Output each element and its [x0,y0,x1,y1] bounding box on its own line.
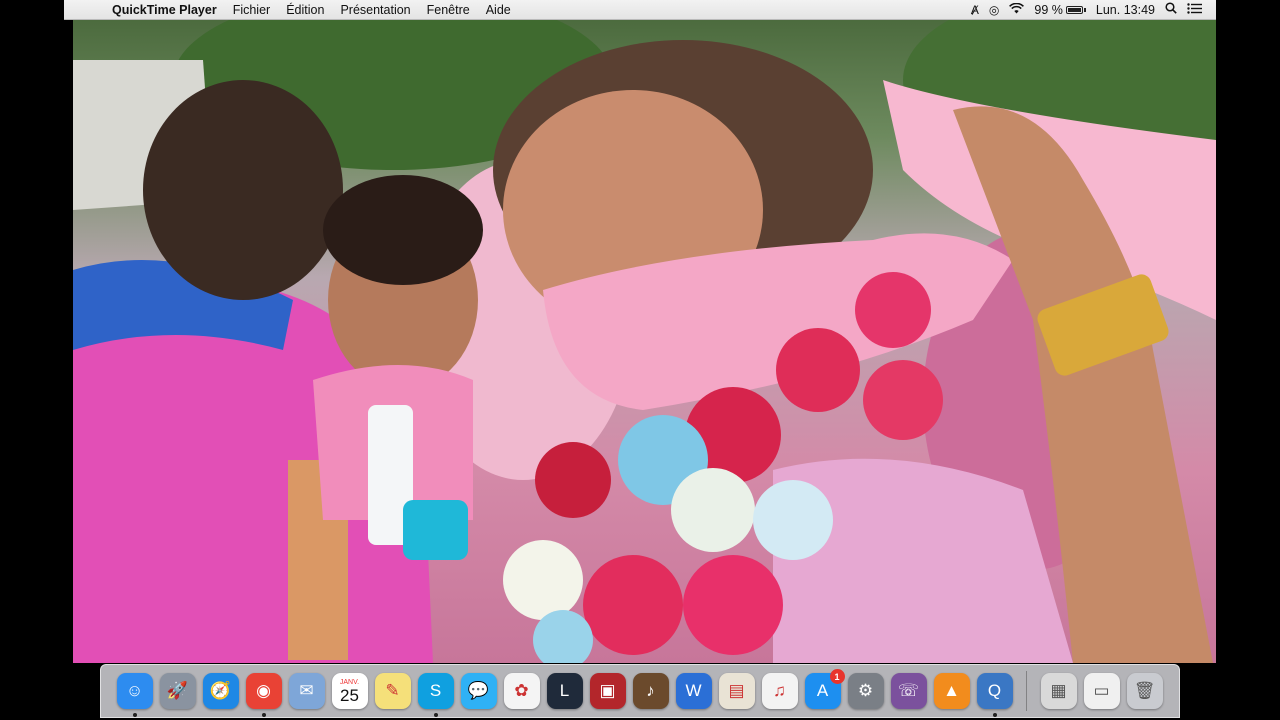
dock-messages-icon[interactable]: 💬 [460,673,497,709]
dock-chrome-icon[interactable]: ◉ [245,673,282,717]
dock-safari-icon[interactable]: 🧭 [202,673,239,709]
battery-indicator[interactable]: 99 % [1034,3,1086,17]
white-rose [671,468,755,552]
dock-downloads-stack-icon[interactable]: ▦ [1040,673,1077,709]
dock-mail-icon[interactable]: ✉ [288,673,325,709]
red-rose [776,328,860,412]
dock-finder-icon[interactable]: ☺ [116,673,153,717]
white-rose [503,540,583,620]
battery-fill [1067,7,1081,12]
dock-word-icon[interactable]: W [675,673,712,709]
menu-fichier[interactable]: Fichier [225,0,279,20]
pink-rose [683,555,783,655]
menu-app-name[interactable]: QuickTime Player [100,0,225,20]
video-content [73,20,1216,663]
calendar-day: 25 [340,685,359,705]
video-frame[interactable] [73,20,1216,663]
battery-percent: 99 % [1034,2,1063,17]
dock-itunes-icon[interactable]: ♫ [761,673,798,709]
man-head [143,80,343,300]
adobe-status-icon[interactable]: Ⱥ [971,3,979,17]
dock-league-icon[interactable]: L [546,673,583,709]
dock-preview-icon[interactable]: ▤ [718,673,755,709]
dock-vlc-icon[interactable]: ▲ [933,673,970,709]
red-rose [855,272,931,348]
status-area: Ⱥ ◎ 99 % Lun. 13:49 [961,2,1216,17]
spotlight-search-icon[interactable] [1165,2,1177,17]
notification-center-icon[interactable] [1187,2,1202,17]
red-rose [863,360,943,440]
dock-launchpad-icon[interactable]: 🚀 [159,673,196,709]
menu-fenetre[interactable]: Fenêtre [419,0,478,20]
white-rose [753,480,833,560]
dock-trash-icon[interactable]: 🗑 [1126,673,1163,709]
red-rose [535,442,611,518]
sync-status-icon[interactable]: ◎ [989,3,999,17]
menu-bar: QuickTime Player Fichier Édition Présent… [64,0,1216,20]
menu-aide[interactable]: Aide [478,0,519,20]
battery-icon [1065,5,1083,14]
dock-documents-stack-icon[interactable]: ▭ [1083,673,1120,709]
dock-viber-icon[interactable]: ☏ [890,673,927,709]
menu-edition[interactable]: Édition [278,0,332,20]
dock-appstore-icon[interactable]: A1 [804,669,845,709]
blue-bottle [403,500,468,560]
dock-calendar-icon[interactable]: JANV. 25 [331,673,368,709]
dock-photos-icon[interactable]: ✿ [503,673,540,709]
pink-rose [583,555,683,655]
dock-notes-icon[interactable]: ✎ [374,673,411,709]
menubar-clock[interactable]: Lun. 13:49 [1096,3,1155,17]
battery-nub [1083,7,1086,12]
dock-skype-icon[interactable]: S [417,673,454,717]
dock-garageband-icon[interactable]: ♪ [632,673,669,709]
dock-separator [1026,671,1027,711]
wifi-icon[interactable] [1009,2,1025,17]
appstore-badge: 1 [829,669,845,684]
menu-presentation[interactable]: Présentation [332,0,418,20]
dock-quicktime-icon[interactable]: Q [976,673,1013,717]
dock-photobooth-icon[interactable]: ▣ [589,673,626,709]
dock: ☺ 🚀 🧭 ◉ ✉ JANV. 25 ✎ S 💬 ✿ L ▣ ♪ W ▤ ♫ A 1 ⚙ ☏ ▲ Q ▦ ▭ 🗑 [100,664,1180,718]
dock-system-preferences-icon[interactable]: ⚙ [847,673,884,709]
woman-hair [323,175,483,285]
